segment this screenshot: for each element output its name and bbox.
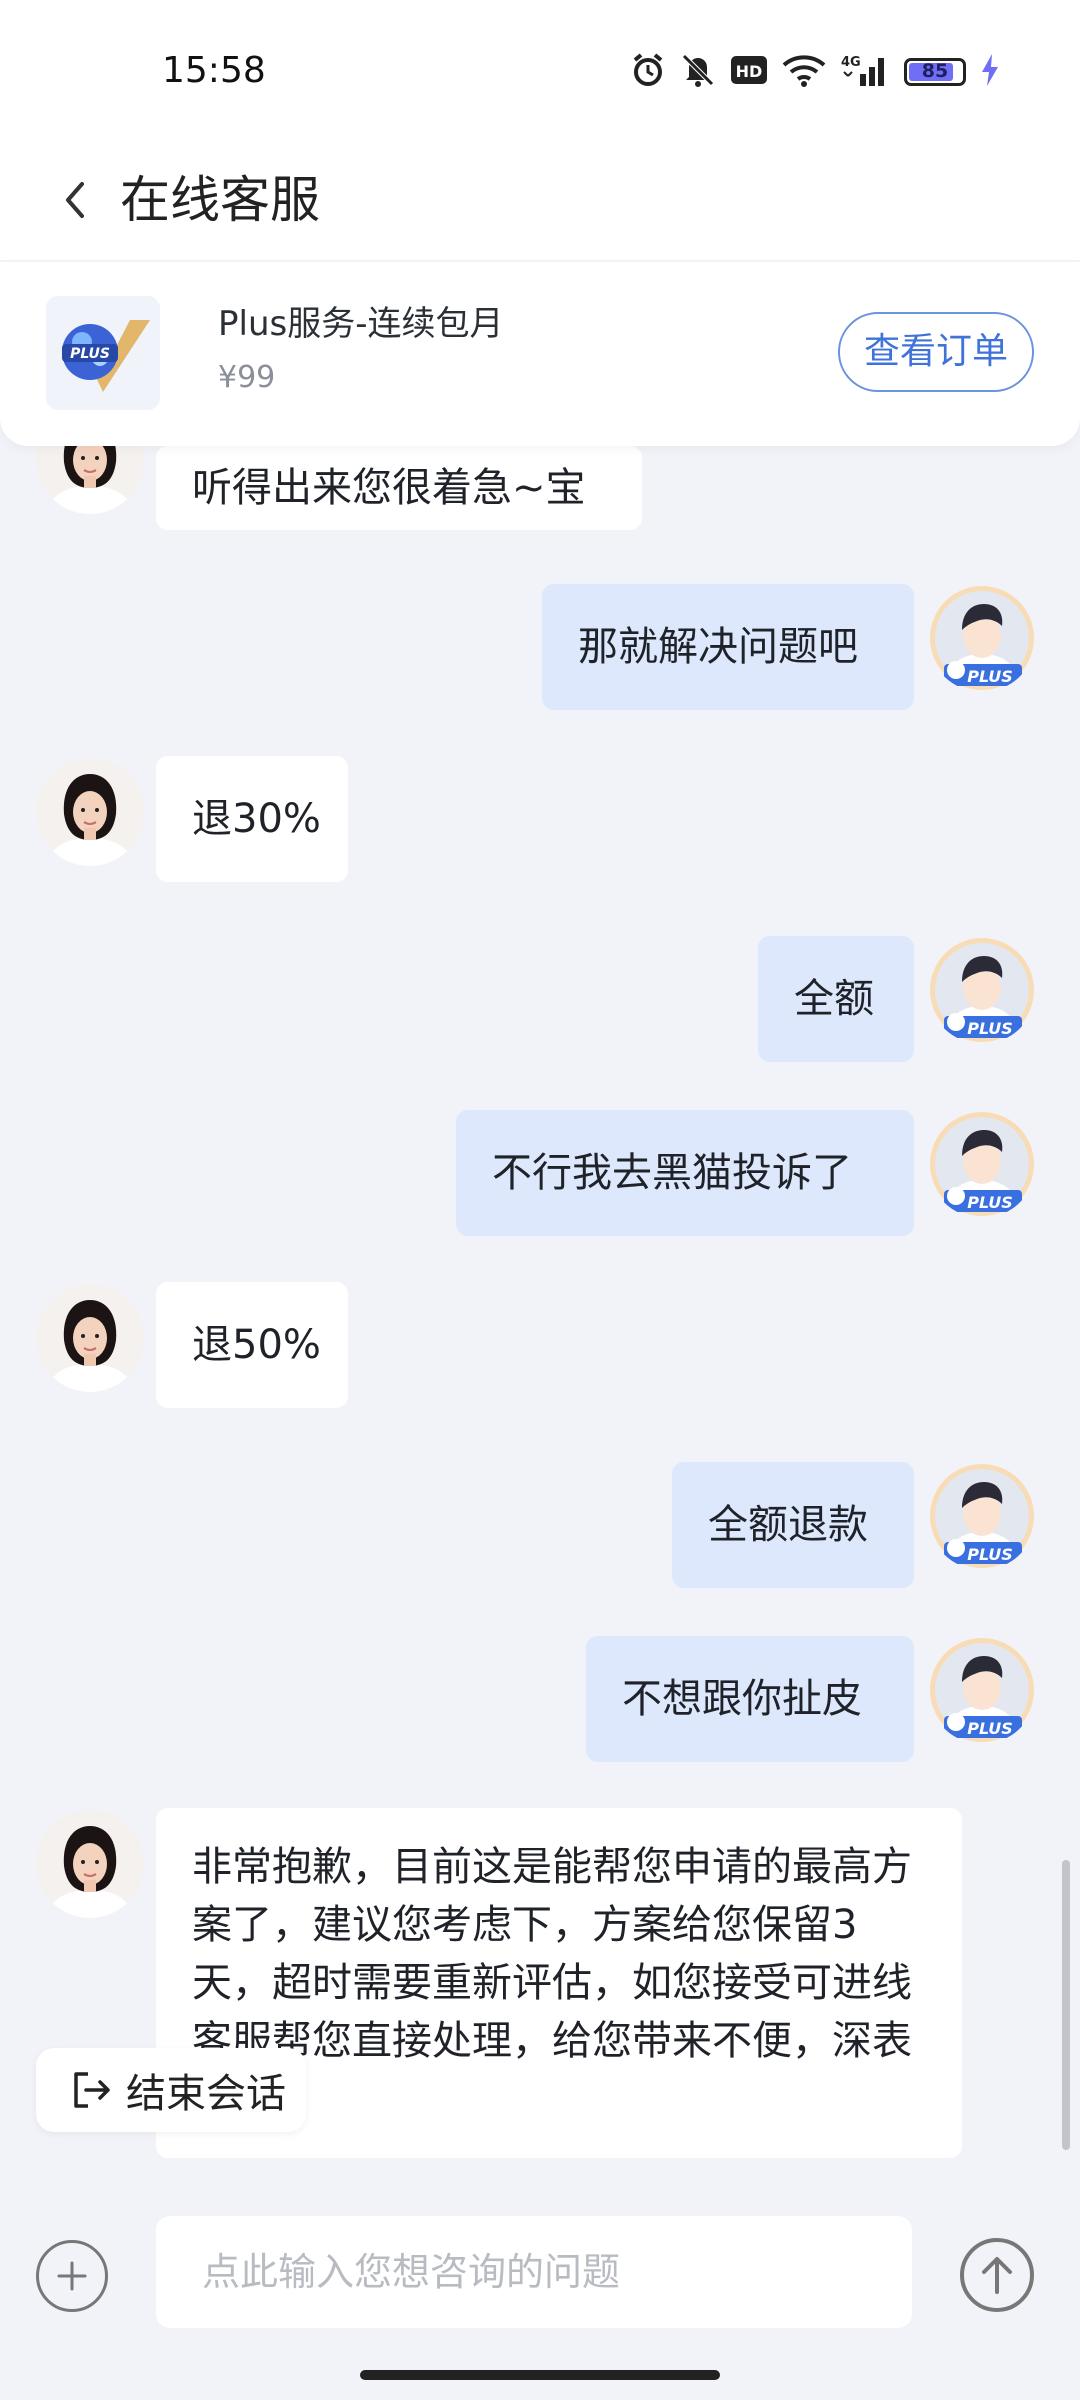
user-avatar: PLUS <box>928 1462 1036 1570</box>
svg-text:4G: 4G <box>841 55 861 70</box>
back-button[interactable] <box>50 166 110 236</box>
message-bubble: 全额退款 <box>672 1462 914 1588</box>
chat-scrollbar[interactable] <box>1062 1860 1070 2150</box>
svg-text:PLUS: PLUS <box>967 667 1013 686</box>
user-avatar: PLUS <box>928 936 1036 1044</box>
product-name: Plus服务-连续包月 <box>218 304 504 344</box>
product-price: ¥99 <box>218 360 276 395</box>
wifi-icon <box>782 53 826 91</box>
svg-text:PLUS: PLUS <box>967 1193 1013 1212</box>
message-bubble: 退50% <box>156 1282 348 1408</box>
battery-level: 85 <box>921 60 949 82</box>
message-input[interactable]: 点此输入您想咨询的问题 <box>156 2216 912 2328</box>
mute-icon <box>680 52 716 92</box>
input-bar: 点此输入您想咨询的问题 <box>0 2190 1080 2350</box>
add-attachment-button[interactable] <box>36 2240 108 2312</box>
svg-text:PLUS: PLUS <box>967 1719 1013 1738</box>
user-avatar: PLUS <box>928 1636 1036 1744</box>
status-time: 15:58 <box>162 50 266 91</box>
battery-indicator: 85 <box>904 58 966 86</box>
hd-icon: HD <box>730 55 768 89</box>
page-title: 在线客服 <box>120 171 320 229</box>
arrow-up-icon <box>982 2257 1012 2294</box>
end-chat-label: 结束会话 <box>126 2071 286 2117</box>
svg-text:PLUS: PLUS <box>967 1545 1013 1564</box>
svg-text:PLUS: PLUS <box>967 1019 1013 1038</box>
home-indicator[interactable] <box>360 2370 720 2380</box>
product-thumbnail: PLUS <box>46 296 160 410</box>
message-bubble: 那就解决问题吧 <box>542 584 914 710</box>
plus-diamond-icon: PLUS <box>62 320 150 392</box>
message-bubble: 不行我去黑猫投诉了 <box>456 1110 914 1236</box>
view-order-button[interactable]: 查看订单 <box>838 312 1034 392</box>
charging-icon <box>980 53 1000 91</box>
svg-text:PLUS: PLUS <box>70 346 110 362</box>
chevron-left-icon <box>66 182 84 218</box>
user-avatar: PLUS <box>928 584 1036 692</box>
chat-message-list[interactable]: 听得出来您很着急~宝 那就解决问题吧 PLUS 退30% 全额 PLUS 不行我… <box>0 446 1080 2216</box>
end-chat-button[interactable]: 结束会话 <box>36 2048 306 2132</box>
message-bubble: 退30% <box>156 756 348 882</box>
status-bar: 15:58 HD 4G 85 <box>0 0 1080 140</box>
agent-avatar <box>36 1810 144 1918</box>
order-card[interactable]: PLUS Plus服务-连续包月 ¥99 查看订单 <box>0 262 1080 446</box>
send-button[interactable] <box>960 2238 1034 2312</box>
status-icons: HD 4G 85 <box>630 50 1000 94</box>
exit-icon <box>70 2069 112 2111</box>
message-bubble: 全额 <box>758 936 914 1062</box>
alarm-icon <box>630 52 666 92</box>
signal-icon: 4G <box>840 52 890 92</box>
agent-avatar <box>36 758 144 866</box>
svg-text:HD: HD <box>736 62 763 81</box>
agent-avatar <box>36 446 144 514</box>
message-bubble: 不想跟你扯皮 <box>586 1636 914 1762</box>
plus-icon <box>57 2261 87 2291</box>
user-avatar: PLUS <box>928 1110 1036 1218</box>
nav-bar: 在线客服 <box>0 140 1080 260</box>
message-bubble: 听得出来您很着急~宝 <box>156 446 642 530</box>
agent-avatar <box>36 1284 144 1392</box>
